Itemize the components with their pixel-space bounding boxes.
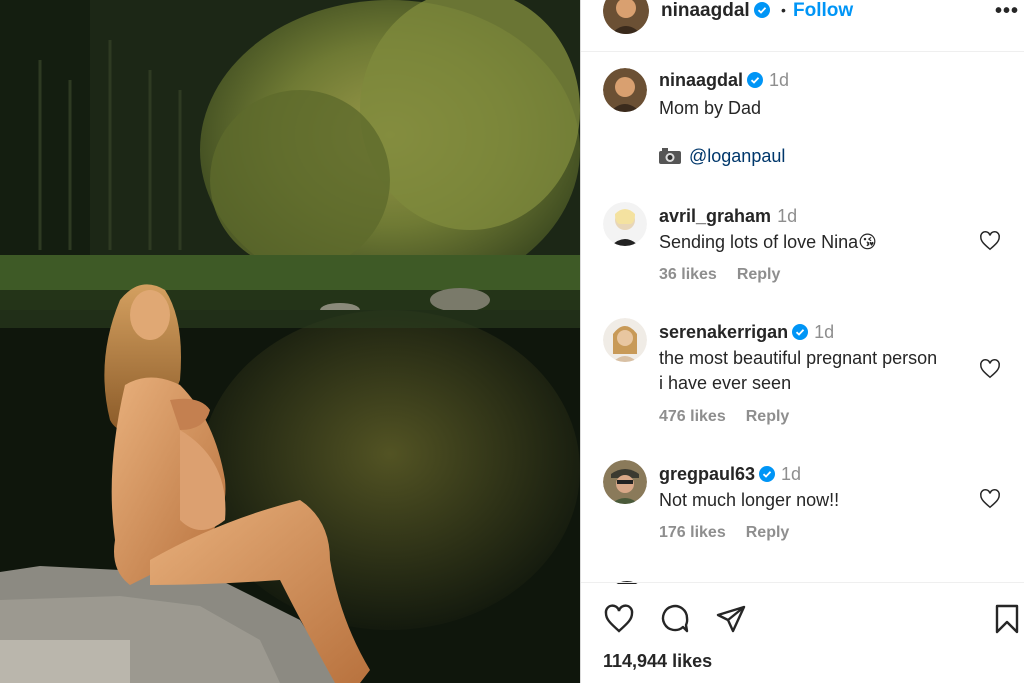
comment-text-line: the most beautiful pregnant person bbox=[659, 348, 938, 368]
caption-text: Mom by Dad bbox=[659, 98, 762, 118]
photo-credit: @loganpaul bbox=[659, 146, 785, 167]
comment-header: avril_graham 1d bbox=[659, 206, 797, 227]
post-like-count[interactable]: 114,944 likes bbox=[603, 651, 712, 672]
comment-likes[interactable]: 476 likes bbox=[659, 408, 726, 425]
commenter-username[interactable]: gregpaul63 bbox=[659, 464, 755, 484]
camera-icon bbox=[659, 148, 681, 164]
verified-badge-icon bbox=[753, 2, 770, 18]
comment-time[interactable]: 1d bbox=[781, 464, 801, 484]
author-username[interactable]: ninaagdal bbox=[661, 0, 770, 22]
comment-text: Sending lots of love Nina😘 bbox=[659, 232, 877, 252]
save-bookmark-icon[interactable] bbox=[991, 603, 1023, 635]
more-options-icon[interactable]: ••• bbox=[995, 0, 1019, 23]
commenter-avatar[interactable] bbox=[603, 318, 647, 362]
comment-like-heart-icon[interactable] bbox=[979, 358, 1001, 380]
comment-meta: 476 likes Reply bbox=[659, 408, 809, 426]
post-photo-image bbox=[0, 0, 580, 683]
post-side-panel: ninaagdal • Follow ••• ninaagdal 1d Mom b… bbox=[580, 0, 1024, 683]
comment-text: Not much longer now!! bbox=[659, 490, 840, 510]
commenter-avatar[interactable] bbox=[603, 460, 647, 504]
reply-button[interactable]: Reply bbox=[737, 266, 781, 283]
post-action-bar: 114,944 likes bbox=[581, 582, 1024, 683]
author-avatar[interactable] bbox=[603, 0, 649, 34]
comment-like-heart-icon[interactable] bbox=[979, 488, 1001, 510]
like-heart-icon[interactable] bbox=[603, 603, 635, 635]
verified-badge-icon bbox=[792, 324, 809, 340]
comment-meta: 36 likes Reply bbox=[659, 266, 800, 284]
comment-like-heart-icon[interactable] bbox=[979, 230, 1001, 252]
reply-button[interactable]: Reply bbox=[746, 524, 790, 541]
verified-badge-icon bbox=[747, 72, 764, 88]
comment-header: gregpaul63 1d bbox=[659, 464, 801, 485]
commenter-avatar[interactable] bbox=[603, 202, 647, 246]
comment-likes[interactable]: 36 likes bbox=[659, 266, 717, 283]
caption-avatar[interactable] bbox=[603, 68, 647, 112]
post-photo[interactable] bbox=[0, 0, 580, 683]
caption-time[interactable]: 1d bbox=[769, 70, 789, 90]
reply-button[interactable]: Reply bbox=[746, 408, 790, 425]
caption-username[interactable]: ninaagdal bbox=[659, 70, 743, 90]
comment-time[interactable]: 1d bbox=[814, 322, 834, 342]
comment-bubble-icon[interactable] bbox=[659, 603, 691, 635]
follow-button[interactable]: Follow bbox=[793, 0, 853, 22]
comment-header: serenakerrigan 1d bbox=[659, 322, 834, 343]
separator-dot: • bbox=[781, 2, 786, 18]
comment-likes[interactable]: 176 likes bbox=[659, 524, 726, 541]
credit-handle-link[interactable]: @loganpaul bbox=[689, 146, 785, 166]
comment-text: the most beautiful pregnant person i hav… bbox=[659, 346, 937, 396]
commenter-username[interactable]: serenakerrigan bbox=[659, 322, 788, 342]
comment-text-line: i have ever seen bbox=[659, 373, 792, 393]
verified-badge-icon bbox=[759, 466, 776, 482]
comment-time[interactable]: 1d bbox=[777, 206, 797, 226]
post-header: ninaagdal • Follow ••• bbox=[581, 0, 1024, 52]
share-paper-plane-icon[interactable] bbox=[715, 603, 747, 635]
commenter-username[interactable]: avril_graham bbox=[659, 206, 771, 226]
comment-meta: 176 likes Reply bbox=[659, 524, 809, 542]
caption-header: ninaagdal 1d bbox=[659, 70, 789, 91]
